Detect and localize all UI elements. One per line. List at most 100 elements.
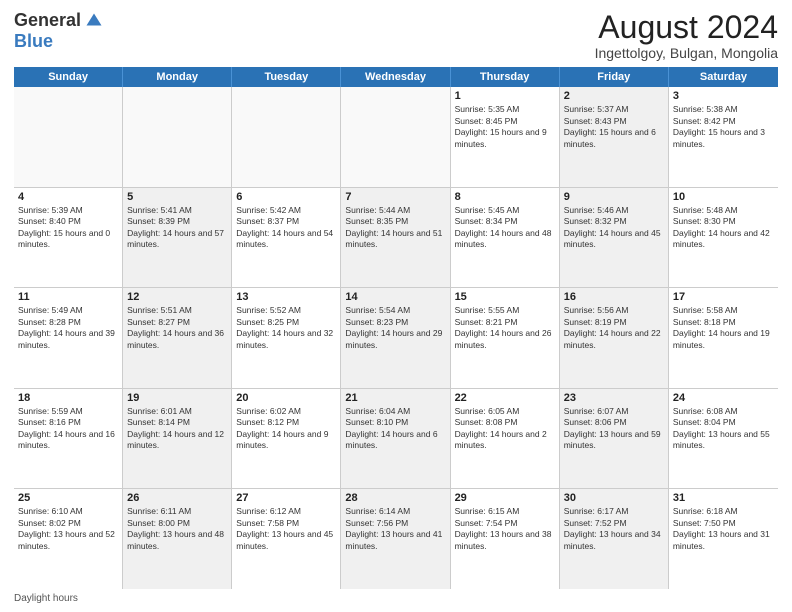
cell-text: Sunrise: 6:11 AM Sunset: 8:00 PM Dayligh… [127, 506, 227, 552]
cell-text: Sunrise: 6:17 AM Sunset: 7:52 PM Dayligh… [564, 506, 664, 552]
cell-text: Sunrise: 5:46 AM Sunset: 8:32 PM Dayligh… [564, 205, 664, 251]
calendar-cell: 5Sunrise: 5:41 AM Sunset: 8:39 PM Daylig… [123, 188, 232, 288]
calendar-cell: 20Sunrise: 6:02 AM Sunset: 8:12 PM Dayli… [232, 389, 341, 489]
calendar-cell: 24 Sunrise: 6:08 AM Sunset: 8:04 PM Dayli… [669, 389, 778, 489]
cell-text: Sunrise: 6:15 AM Sunset: 7:54 PM Dayligh… [455, 506, 555, 552]
day-number: 15 [455, 291, 555, 303]
day-number: 24 [673, 392, 774, 404]
logo-text: General [14, 10, 103, 31]
cell-text: Sunrise: 6:10 AM Sunset: 8:02 PM Dayligh… [18, 506, 118, 552]
calendar-cell: 22 Sunrise: 6:05 AM Sunset: 8:08 PM Dayli… [451, 389, 560, 489]
day-number: 31 [673, 492, 774, 504]
calendar-cell: 7Sunrise: 5:44 AM Sunset: 8:35 PM Daylig… [341, 188, 450, 288]
day-number: 6 [236, 191, 336, 203]
calendar-header-cell: Friday [560, 67, 669, 87]
calendar-row: 4Sunrise: 5:39 AM Sunset: 8:40 PM Daylig… [14, 188, 778, 289]
calendar-cell: 14Sunrise: 5:54 AM Sunset: 8:23 PM Dayli… [341, 288, 450, 388]
calendar-body: 1 Sunrise: 5:35 AM Sunset: 8:45 PM Daylig… [14, 87, 778, 589]
day-number: 12 [127, 291, 227, 303]
calendar-cell: 2 Sunrise: 5:37 AM Sunset: 8:43 PM Daylig… [560, 87, 669, 187]
day-number: 30 [564, 492, 664, 504]
calendar-cell: 1 Sunrise: 5:35 AM Sunset: 8:45 PM Daylig… [451, 87, 560, 187]
cell-text: Sunrise: 5:45 AM Sunset: 8:34 PM Dayligh… [455, 205, 555, 251]
day-number: 23 [564, 392, 664, 404]
day-number: 1 [455, 90, 555, 102]
day-number: 21 [345, 392, 445, 404]
title-block: August 2024 Ingettolgoy, Bulgan, Mongoli… [595, 10, 778, 61]
day-number: 28 [345, 492, 445, 504]
cell-text: Sunrise: 6:04 AM Sunset: 8:10 PM Dayligh… [345, 406, 445, 452]
day-number: 4 [18, 191, 118, 203]
calendar-cell: 31 Sunrise: 6:18 AM Sunset: 7:50 PM Dayli… [669, 489, 778, 589]
day-number: 29 [455, 492, 555, 504]
cell-text: Sunrise: 5:35 AM Sunset: 8:45 PM Dayligh… [455, 104, 555, 150]
calendar-cell: 8 Sunrise: 5:45 AM Sunset: 8:34 PM Daylig… [451, 188, 560, 288]
calendar-cell [341, 87, 450, 187]
day-number: 22 [455, 392, 555, 404]
day-number: 19 [127, 392, 227, 404]
calendar-header-cell: Thursday [451, 67, 560, 87]
day-number: 10 [673, 191, 774, 203]
calendar-cell [232, 87, 341, 187]
calendar-header-cell: Wednesday [341, 67, 450, 87]
cell-text: Sunrise: 5:49 AM Sunset: 8:28 PM Dayligh… [18, 305, 118, 351]
cell-text: Sunrise: 5:51 AM Sunset: 8:27 PM Dayligh… [127, 305, 227, 351]
cell-text: Sunrise: 5:37 AM Sunset: 8:43 PM Dayligh… [564, 104, 664, 150]
cell-text: Sunrise: 6:14 AM Sunset: 7:56 PM Dayligh… [345, 506, 445, 552]
cell-text: Sunrise: 6:05 AM Sunset: 8:08 PM Dayligh… [455, 406, 555, 452]
calendar-header-cell: Saturday [669, 67, 778, 87]
cell-text: Sunrise: 5:59 AM Sunset: 8:16 PM Dayligh… [18, 406, 118, 452]
cell-text: Sunrise: 5:58 AM Sunset: 8:18 PM Dayligh… [673, 305, 774, 351]
footer-text: Daylight hours [14, 593, 78, 604]
calendar-row: 11Sunrise: 5:49 AM Sunset: 8:28 PM Dayli… [14, 288, 778, 389]
day-number: 2 [564, 90, 664, 102]
calendar-row: 18Sunrise: 5:59 AM Sunset: 8:16 PM Dayli… [14, 389, 778, 490]
cell-text: Sunrise: 5:38 AM Sunset: 8:42 PM Dayligh… [673, 104, 774, 150]
logo-general: General [14, 10, 81, 31]
calendar-cell: 19 Sunrise: 6:01 AM Sunset: 8:14 PM Dayli… [123, 389, 232, 489]
calendar-cell: 18Sunrise: 5:59 AM Sunset: 8:16 PM Dayli… [14, 389, 123, 489]
cell-text: Sunrise: 6:07 AM Sunset: 8:06 PM Dayligh… [564, 406, 664, 452]
day-number: 3 [673, 90, 774, 102]
cell-text: Sunrise: 6:18 AM Sunset: 7:50 PM Dayligh… [673, 506, 774, 552]
calendar-cell: 15 Sunrise: 5:55 AM Sunset: 8:21 PM Dayli… [451, 288, 560, 388]
calendar-cell: 13Sunrise: 5:52 AM Sunset: 8:25 PM Dayli… [232, 288, 341, 388]
logo-icon [85, 12, 103, 30]
cell-text: Sunrise: 6:08 AM Sunset: 8:04 PM Dayligh… [673, 406, 774, 452]
calendar-header: SundayMondayTuesdayWednesdayThursdayFrid… [14, 67, 778, 87]
cell-text: Sunrise: 5:52 AM Sunset: 8:25 PM Dayligh… [236, 305, 336, 351]
calendar-cell: 26 Sunrise: 6:11 AM Sunset: 8:00 PM Dayli… [123, 489, 232, 589]
calendar-cell: 29 Sunrise: 6:15 AM Sunset: 7:54 PM Dayli… [451, 489, 560, 589]
day-number: 26 [127, 492, 227, 504]
day-number: 8 [455, 191, 555, 203]
header: General Blue August 2024 Ingettolgoy, Bu… [14, 10, 778, 61]
calendar-cell [14, 87, 123, 187]
cell-text: Sunrise: 5:56 AM Sunset: 8:19 PM Dayligh… [564, 305, 664, 351]
cell-text: Sunrise: 5:44 AM Sunset: 8:35 PM Dayligh… [345, 205, 445, 251]
calendar-cell: 30 Sunrise: 6:17 AM Sunset: 7:52 PM Dayli… [560, 489, 669, 589]
main-title: August 2024 [595, 10, 778, 45]
day-number: 14 [345, 291, 445, 303]
cell-text: Sunrise: 6:12 AM Sunset: 7:58 PM Dayligh… [236, 506, 336, 552]
calendar: SundayMondayTuesdayWednesdayThursdayFrid… [14, 67, 778, 589]
footer: Daylight hours [14, 593, 778, 604]
calendar-header-cell: Tuesday [232, 67, 341, 87]
cell-text: Sunrise: 6:01 AM Sunset: 8:14 PM Dayligh… [127, 406, 227, 452]
cell-text: Sunrise: 5:42 AM Sunset: 8:37 PM Dayligh… [236, 205, 336, 251]
cell-text: Sunrise: 5:55 AM Sunset: 8:21 PM Dayligh… [455, 305, 555, 351]
calendar-header-cell: Sunday [14, 67, 123, 87]
calendar-cell [123, 87, 232, 187]
calendar-cell: 12 Sunrise: 5:51 AM Sunset: 8:27 PM Dayli… [123, 288, 232, 388]
calendar-cell: 3 Sunrise: 5:38 AM Sunset: 8:42 PM Daylig… [669, 87, 778, 187]
calendar-cell: 28 Sunrise: 6:14 AM Sunset: 7:56 PM Dayli… [341, 489, 450, 589]
cell-text: Sunrise: 5:41 AM Sunset: 8:39 PM Dayligh… [127, 205, 227, 251]
calendar-cell: 6 Sunrise: 5:42 AM Sunset: 8:37 PM Daylig… [232, 188, 341, 288]
day-number: 17 [673, 291, 774, 303]
calendar-cell: 16Sunrise: 5:56 AM Sunset: 8:19 PM Dayli… [560, 288, 669, 388]
day-number: 27 [236, 492, 336, 504]
calendar-header-cell: Monday [123, 67, 232, 87]
day-number: 20 [236, 392, 336, 404]
day-number: 25 [18, 492, 118, 504]
page: General Blue August 2024 Ingettolgoy, Bu… [0, 0, 792, 612]
calendar-cell: 11Sunrise: 5:49 AM Sunset: 8:28 PM Dayli… [14, 288, 123, 388]
